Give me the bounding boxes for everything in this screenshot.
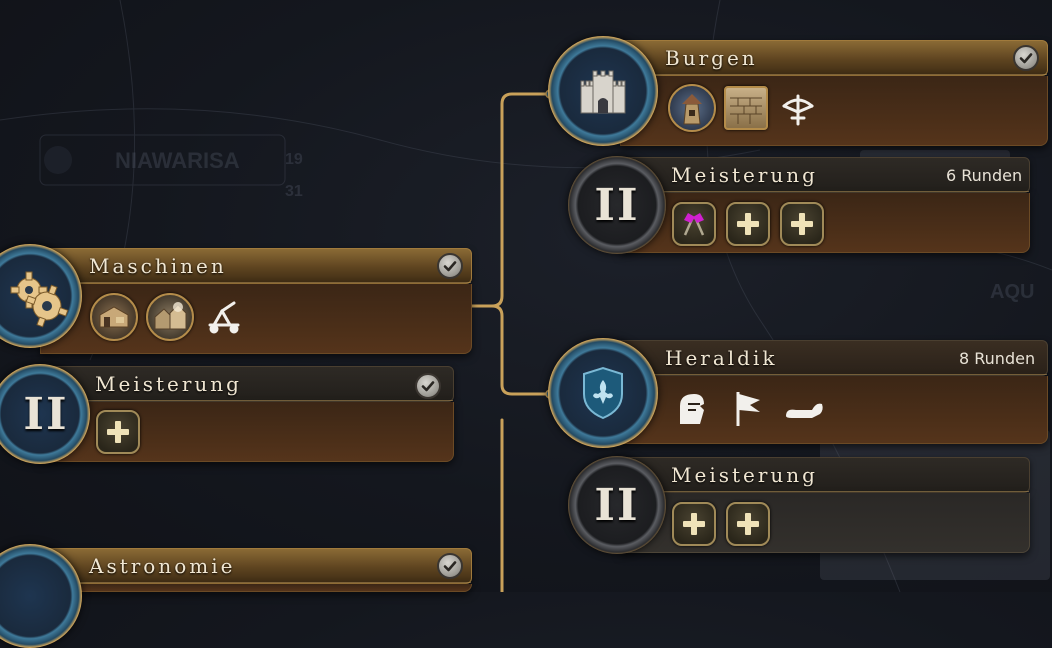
mastery-title: Meisterung: [671, 463, 818, 487]
tech-header-bar: Maschinen: [40, 248, 472, 284]
knight-helmet-icon[interactable]: [670, 386, 714, 430]
checkmark-icon: [1013, 45, 1039, 71]
tech-title: Astronomie: [89, 554, 236, 578]
flag-icon[interactable]: [672, 202, 716, 246]
faded-map-label: NIAWARISA: [115, 148, 240, 173]
banner-flag-icon[interactable]: [726, 386, 770, 430]
unlock-icons: [670, 386, 826, 430]
mastery-medallion[interactable]: II: [568, 456, 666, 554]
catapult-unit-icon[interactable]: [202, 295, 246, 339]
wall-building-icon[interactable]: [724, 86, 768, 130]
tech-medallion[interactable]: [548, 36, 658, 146]
tech-medallion[interactable]: [0, 244, 82, 348]
turns-remaining: 6 Runden: [946, 166, 1023, 185]
heraldic-shield-icon: [583, 366, 623, 420]
plus-icon[interactable]: [96, 410, 140, 454]
tech-header-bar: Heraldik 8 Runden: [620, 340, 1048, 376]
unlock-icons: [668, 84, 820, 132]
mastery-header-bar: Meisterung: [40, 366, 454, 402]
tower-building-icon[interactable]: [668, 84, 716, 132]
plus-icon[interactable]: [672, 502, 716, 546]
tech-title: Maschinen: [89, 254, 227, 278]
mastery-icons: [96, 410, 140, 454]
tech-medallion[interactable]: [548, 338, 658, 448]
roman-numeral: II: [594, 179, 640, 231]
mastery-medallion[interactable]: II: [0, 364, 90, 464]
checkmark-icon: [437, 553, 463, 579]
castle-icon: [580, 70, 626, 114]
horn-icon[interactable]: [782, 386, 826, 430]
plus-icon[interactable]: [780, 202, 824, 246]
tech-title: Heraldik: [665, 346, 778, 370]
workshop-building-icon[interactable]: [90, 293, 138, 341]
mastery-icons: [672, 502, 770, 546]
tech-header-bar: Astronomie: [40, 548, 472, 584]
faded-map-num-1: 19: [285, 151, 303, 168]
mastery-header-bar: Meisterung: [620, 457, 1030, 493]
tech-header-bar: Burgen: [620, 40, 1048, 76]
checkmark-icon: [415, 373, 441, 399]
faded-map-num-2: 31: [285, 183, 303, 200]
mastery-header-bar: Meisterung 6 Runden: [620, 157, 1030, 193]
plus-icon[interactable]: [726, 202, 770, 246]
mastery-title: Meisterung: [671, 163, 818, 187]
tech-title: Burgen: [665, 46, 758, 70]
mastery-icons: [672, 202, 824, 246]
tech-body: [40, 584, 472, 592]
roman-numeral: II: [23, 388, 69, 440]
plus-icon[interactable]: [726, 502, 770, 546]
turns-remaining: 8 Runden: [959, 349, 1036, 368]
unlock-icons: [90, 293, 246, 341]
gears-icon: [10, 271, 69, 328]
roman-numeral: II: [594, 479, 640, 531]
checkmark-icon: [437, 253, 463, 279]
crossbow-unit-icon[interactable]: [776, 86, 820, 130]
mastery-title: Meisterung: [95, 372, 242, 396]
forge-building-icon[interactable]: [146, 293, 194, 341]
mastery-medallion[interactable]: II: [568, 156, 666, 254]
faded-map-right: AQU: [990, 281, 1034, 303]
